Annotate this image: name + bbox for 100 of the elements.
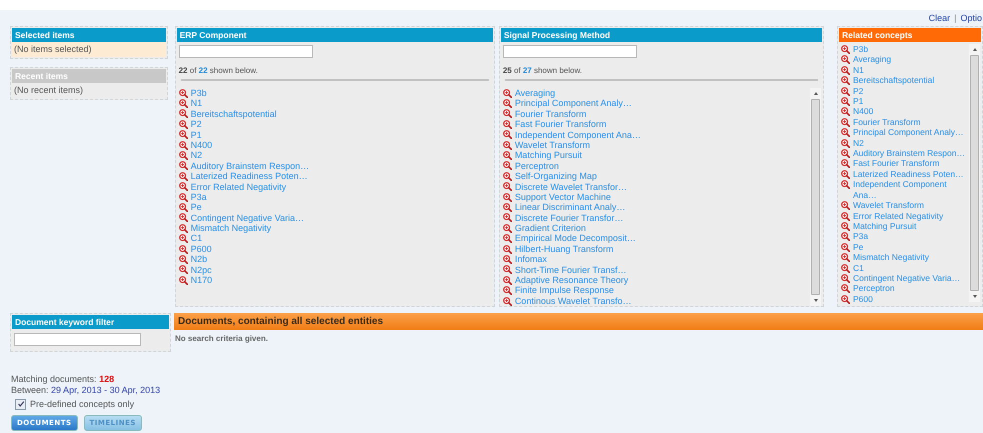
zoom-in-icon[interactable] [178, 88, 188, 98]
scrollbar[interactable] [810, 88, 821, 306]
zoom-in-icon[interactable] [502, 109, 512, 118]
zoom-in-icon[interactable] [841, 232, 850, 242]
concept-link[interactable]: Independent Component Ana… [514, 130, 641, 140]
zoom-in-icon[interactable] [178, 182, 188, 192]
concept-link[interactable]: Short-Time Fourier Transf… [514, 264, 627, 276]
concept-link[interactable]: P600 [853, 294, 873, 304]
concept-link[interactable]: Bereitschaftspotential [190, 108, 277, 120]
zoom-in-icon[interactable] [502, 286, 512, 296]
concept-link[interactable]: Principal Component Analy… [853, 127, 964, 138]
zoom-in-icon[interactable] [502, 296, 512, 306]
concept-link[interactable]: Infomax [514, 254, 547, 265]
zoom-in-icon[interactable] [178, 192, 188, 202]
concept-link[interactable]: Wavelet Transform [853, 200, 924, 210]
concept-link[interactable]: N2 [190, 150, 202, 161]
zoom-in-icon[interactable] [178, 224, 188, 233]
concept-link[interactable]: Matching Pursuit [853, 220, 916, 232]
concept-link[interactable]: Error Related Negativity [853, 210, 944, 221]
concept-link[interactable]: Laterized Readiness Poten… [190, 171, 308, 182]
zoom-in-icon[interactable] [841, 128, 850, 138]
zoom-in-icon[interactable] [502, 182, 512, 192]
zoom-in-icon[interactable] [841, 97, 850, 106]
concept-link[interactable]: Mismatch Negativity [190, 223, 272, 234]
filter-field[interactable] [502, 45, 637, 58]
top-link[interactable]: Clear [928, 13, 950, 23]
zoom-in-icon[interactable] [502, 244, 512, 254]
concept-link[interactable]: N1 [853, 64, 864, 76]
zoom-in-icon[interactable] [841, 170, 850, 179]
concept-link[interactable]: Contingent Negative Varia… [190, 212, 304, 224]
zoom-in-icon[interactable] [841, 212, 850, 220]
concept-link[interactable]: P3b [190, 88, 207, 98]
concept-link[interactable]: N400 [853, 106, 874, 117]
zoom-in-icon[interactable] [841, 149, 850, 158]
concept-link[interactable]: Mismatch Negativity [853, 252, 930, 263]
scrollbar[interactable] [969, 44, 980, 302]
concept-link[interactable]: Laterized Readiness Poten… [853, 168, 964, 180]
concept-link[interactable]: Finite Impulse Response [514, 285, 614, 296]
checkbox[interactable] [15, 398, 26, 410]
concept-link[interactable]: Averaging [853, 54, 892, 65]
zoom-in-icon[interactable] [178, 276, 188, 285]
concept-link[interactable]: Fast Fourier Transform [514, 119, 606, 130]
zoom-in-icon[interactable] [502, 276, 512, 285]
zoom-in-icon[interactable] [841, 76, 850, 86]
zoom-in-icon[interactable] [178, 140, 188, 150]
zoom-in-icon[interactable] [178, 234, 188, 244]
concept-link[interactable]: P2 [853, 86, 864, 96]
concept-link[interactable]: C1 [853, 262, 864, 273]
zoom-in-icon[interactable] [178, 244, 188, 254]
concept-link[interactable]: N2pc [190, 264, 212, 276]
zoom-in-icon[interactable] [502, 140, 512, 150]
zoom-in-icon[interactable] [841, 242, 850, 252]
zoom-in-icon[interactable] [178, 99, 188, 108]
concept-link[interactable]: P600 [190, 244, 212, 254]
concept-link[interactable]: Pe [190, 202, 202, 213]
concept-link[interactable]: Contingent Negative Varia… [853, 272, 960, 284]
concept-link[interactable]: Auditory Brainstem Respon… [853, 148, 965, 158]
concept-link[interactable]: P2 [190, 119, 202, 130]
zoom-in-icon[interactable] [841, 180, 850, 190]
zoom-in-icon[interactable] [841, 294, 850, 304]
concept-link[interactable]: Fourier Transform [853, 116, 921, 128]
concept-link[interactable]: Independent Component Ana… [853, 179, 969, 200]
filter-field[interactable] [178, 45, 313, 58]
concept-link[interactable]: P3b [853, 44, 868, 54]
zoom-in-icon[interactable] [841, 264, 850, 273]
concept-link[interactable]: Discrete Fourier Transfor… [514, 212, 624, 224]
concept-link[interactable]: Discrete Wavelet Transfor… [514, 182, 628, 192]
concept-link[interactable]: Wavelet Transform [514, 140, 590, 150]
concept-link[interactable]: Gradient Criterion [514, 223, 586, 234]
concept-link[interactable]: P3a [190, 192, 207, 202]
concept-link[interactable]: P1 [853, 96, 864, 106]
concept-link[interactable]: Adaptive Resonance Theory [514, 275, 628, 286]
zoom-in-icon[interactable] [841, 118, 850, 127]
concept-link[interactable]: Perceptron [853, 283, 895, 294]
concept-link[interactable]: Bereitschaftspotential [853, 75, 934, 86]
concept-link[interactable]: N400 [190, 140, 212, 150]
concept-link[interactable]: Perceptron [514, 160, 559, 172]
zoom-in-icon[interactable] [841, 274, 850, 283]
zoom-in-icon[interactable] [502, 88, 512, 98]
concept-link[interactable]: Principal Component Analy… [514, 98, 632, 109]
zoom-in-icon[interactable] [502, 130, 512, 140]
concept-link[interactable]: Auditory Brainstem Respon… [190, 160, 310, 172]
zoom-in-icon[interactable] [841, 45, 850, 54]
zoom-in-icon[interactable] [841, 253, 850, 262]
zoom-in-icon[interactable] [178, 254, 188, 264]
zoom-in-icon[interactable] [841, 66, 850, 75]
concept-link[interactable]: Continous Wavelet Transfo… [514, 296, 632, 306]
concept-link[interactable]: Self-Organizing Map [514, 171, 597, 182]
zoom-in-icon[interactable] [178, 161, 188, 170]
zoom-in-icon[interactable] [502, 265, 512, 274]
zoom-in-icon[interactable] [178, 130, 188, 140]
zoom-in-icon[interactable] [502, 161, 512, 170]
zoom-in-icon[interactable] [502, 120, 512, 129]
concept-link[interactable]: N2b [190, 254, 208, 265]
zoom-in-icon[interactable] [178, 172, 188, 181]
concept-link[interactable]: C1 [190, 233, 202, 244]
zoom-in-icon[interactable] [502, 254, 512, 264]
zoom-in-icon[interactable] [841, 107, 850, 116]
zoom-in-icon[interactable] [178, 213, 188, 222]
concept-link[interactable]: Fourier Transform [514, 108, 586, 120]
